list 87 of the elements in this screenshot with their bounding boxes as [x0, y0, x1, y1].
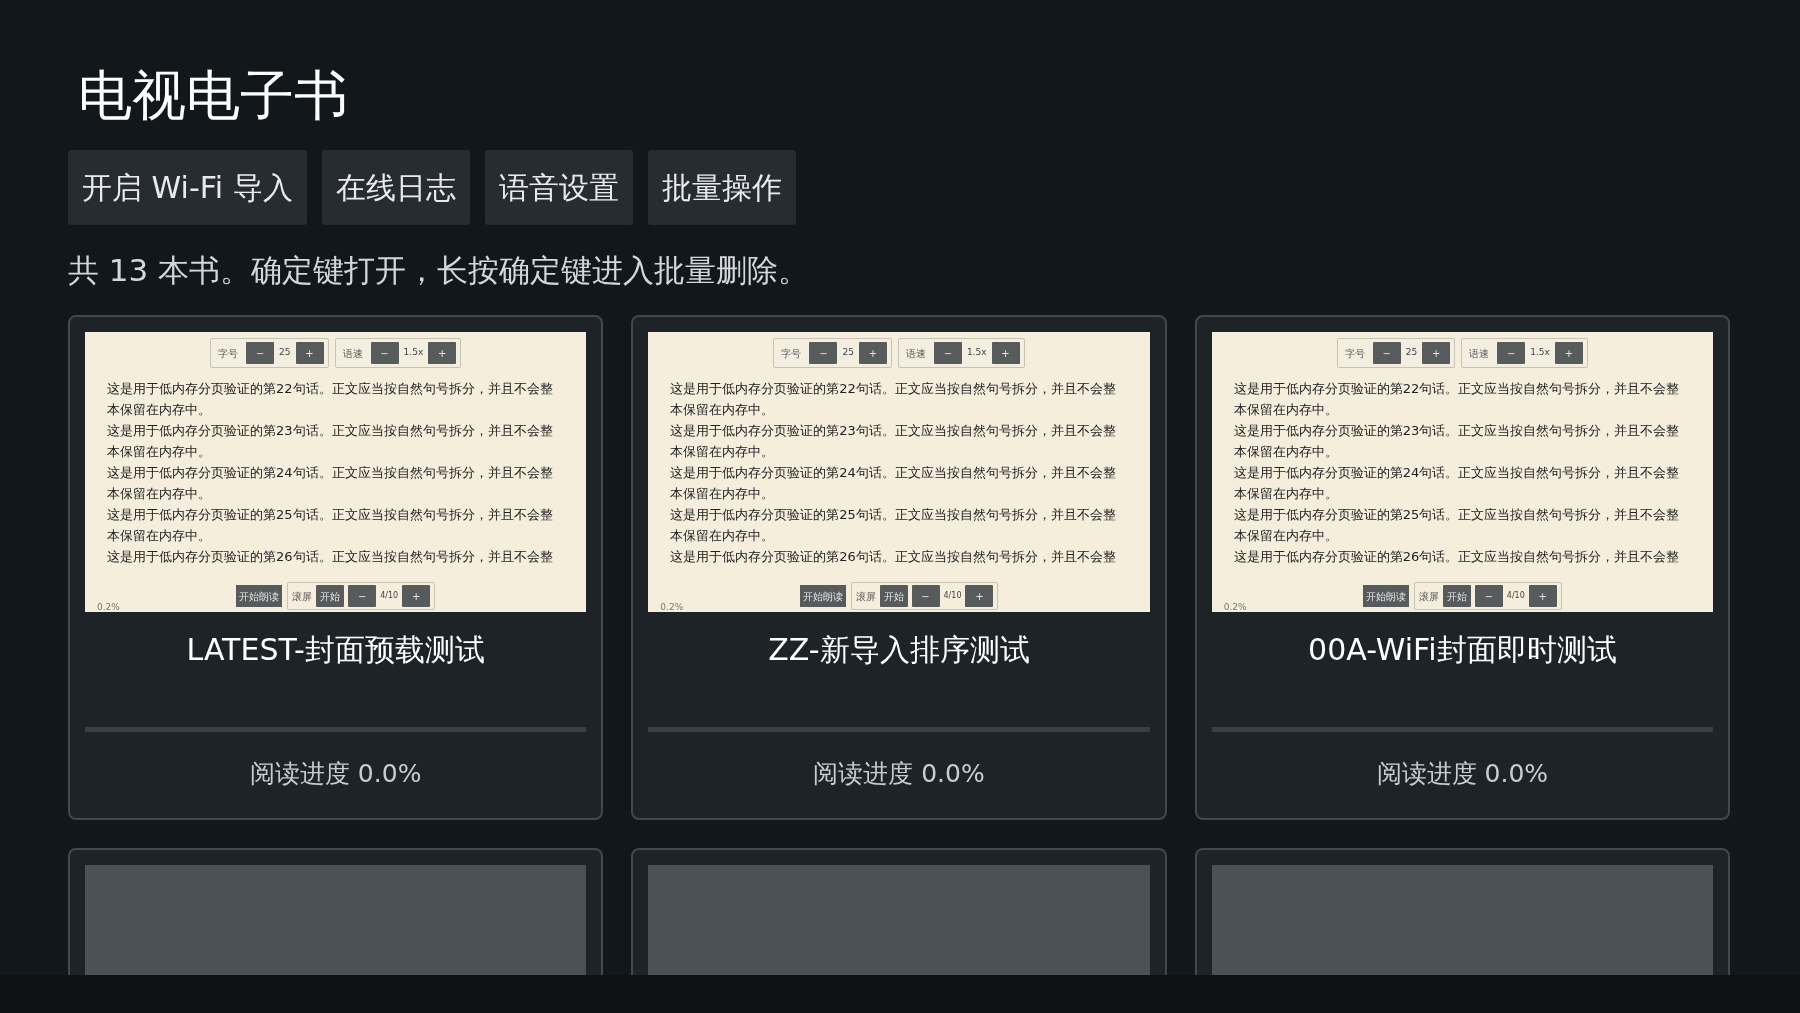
text-line: 这是用于低内存分页验证的第25句话。正文应当按自然句号拆分，并且不会整: [107, 506, 554, 524]
control-value: 1.5x: [403, 346, 424, 360]
cover-button: +: [1554, 342, 1583, 364]
summary-text: 共 13 本书。确定键打开，长按确定键进入批量删除。: [68, 251, 811, 290]
cover-button: +: [1422, 342, 1451, 364]
book-card[interactable]: [1194, 315, 1730, 820]
control-label: 滚屏: [1418, 589, 1439, 604]
read-button: 开始朗读: [1362, 585, 1409, 607]
control-value: 25: [279, 346, 291, 360]
text-line: 这是用于低内存分页验证的第23句话。正文应当按自然句号拆分，并且不会整: [670, 422, 1117, 440]
action-button[interactable]: 批量操作: [647, 150, 796, 225]
page-title: 电视电子书: [77, 63, 349, 129]
text-line: 本保留在内存中。: [1233, 527, 1339, 545]
read-percent-text: 阅读进度 0.0%: [1375, 758, 1550, 790]
text-line: 本保留在内存中。: [107, 443, 212, 461]
cover-button: +: [402, 585, 431, 607]
text-line: 这是用于低内存分页验证的第22句话。正文应当按自然句号拆分，并且不会整: [670, 380, 1117, 398]
text-line: 本保留在内存中。: [107, 485, 212, 503]
control-label: 滚屏: [855, 589, 876, 604]
read-percent-text: 阅读进度 0.0%: [248, 758, 423, 790]
control-value: 4/10: [1506, 590, 1525, 602]
text-line: 这是用于低内存分页验证的第25句话。正文应当按自然句号拆分，并且不会整: [1233, 506, 1681, 524]
text-line: 这是用于低内存分页验证的第22句话。正文应当按自然句号拆分，并且不会整: [107, 380, 554, 398]
book-card[interactable]: [631, 315, 1167, 820]
control-label: 语速: [904, 346, 927, 361]
text-line: 本保留在内存中。: [1233, 443, 1339, 461]
action-button[interactable]: 在线日志: [321, 150, 470, 225]
book-title: LATEST-封面预载测试: [185, 631, 486, 669]
cover-button: −: [246, 342, 275, 364]
control-label: 语速: [341, 346, 364, 361]
action-button[interactable]: 语音设置: [484, 150, 633, 225]
cover-button: +: [295, 342, 324, 364]
cover-button: −: [911, 585, 940, 607]
page-percent: 0.2%: [97, 602, 120, 612]
cover-button: −: [1497, 342, 1526, 364]
cover-button: +: [428, 342, 457, 364]
control-label: 字号: [1343, 346, 1366, 361]
text-line: 这是用于低内存分页验证的第26句话。正文应当按自然句号拆分，并且不会整: [1233, 548, 1681, 566]
cover-button: +: [858, 342, 887, 364]
control-label: 语速: [1468, 346, 1491, 361]
cover-button: −: [370, 342, 399, 364]
cover-button: +: [991, 342, 1020, 364]
text-line: 这是用于低内存分页验证的第24句话。正文应当按自然句号拆分，并且不会整: [670, 464, 1117, 482]
text-line: 这是用于低内存分页验证的第23句话。正文应当按自然句号拆分，并且不会整: [107, 422, 554, 440]
action-button[interactable]: 开启 Wi-Fi 导入: [68, 150, 307, 225]
cover-button: −: [1474, 585, 1503, 607]
page-percent: 0.2%: [1223, 602, 1247, 612]
text-line: 本保留在内存中。: [670, 527, 776, 545]
text-line: 这是用于低内存分页验证的第26句话。正文应当按自然句号拆分，并且不会整: [670, 548, 1117, 566]
cover-button: 开始: [316, 585, 345, 607]
control-value: 25: [842, 346, 854, 360]
text-line: 本保留在内存中。: [1233, 401, 1339, 419]
cover-button: +: [965, 585, 994, 607]
page-percent: 0.2%: [660, 602, 684, 612]
cover-button: −: [1372, 342, 1401, 364]
text-line: 本保留在内存中。: [670, 443, 776, 461]
control-label: 滚屏: [292, 589, 313, 604]
control-value: 1.5x: [966, 346, 987, 360]
text-line: 本保留在内存中。: [670, 485, 776, 503]
control-value: 1.5x: [1530, 346, 1550, 360]
control-label: 字号: [780, 346, 803, 361]
book-card[interactable]: [68, 315, 604, 820]
cover-button: 开始: [879, 585, 908, 607]
read-button: 开始朗读: [236, 585, 283, 607]
book-title: 00A-WiFi封面即时测试: [1307, 631, 1618, 669]
cover-button: 开始: [1442, 585, 1471, 607]
text-line: 这是用于低内存分页验证的第24句话。正文应当按自然句号拆分，并且不会整: [1233, 464, 1681, 482]
cover-button: −: [348, 585, 377, 607]
read-button: 开始朗读: [799, 585, 846, 607]
cover-button: −: [809, 342, 838, 364]
text-line: 本保留在内存中。: [1233, 485, 1339, 503]
text-line: 这是用于低内存分页验证的第23句话。正文应当按自然句号拆分，并且不会整: [1233, 422, 1681, 440]
book-title: ZZ-新导入排序测试: [767, 631, 1031, 669]
read-percent-text: 阅读进度 0.0%: [812, 758, 986, 790]
control-value: 4/10: [380, 590, 399, 602]
control-value: 25: [1405, 346, 1418, 360]
text-line: 这是用于低内存分页验证的第26句话。正文应当按自然句号拆分，并且不会整: [107, 548, 554, 566]
text-line: 本保留在内存中。: [107, 401, 212, 419]
cover-button: +: [1528, 585, 1557, 607]
text-line: 本保留在内存中。: [670, 401, 776, 419]
cover-button: −: [933, 342, 962, 364]
control-label: 字号: [217, 346, 240, 361]
text-line: 这是用于低内存分页验证的第22句话。正文应当按自然句号拆分，并且不会整: [1233, 380, 1681, 398]
text-line: 本保留在内存中。: [107, 527, 212, 545]
text-line: 这是用于低内存分页验证的第24句话。正文应当按自然句号拆分，并且不会整: [107, 464, 554, 482]
control-value: 4/10: [943, 590, 962, 602]
text-line: 这是用于低内存分页验证的第25句话。正文应当按自然句号拆分，并且不会整: [670, 506, 1117, 524]
